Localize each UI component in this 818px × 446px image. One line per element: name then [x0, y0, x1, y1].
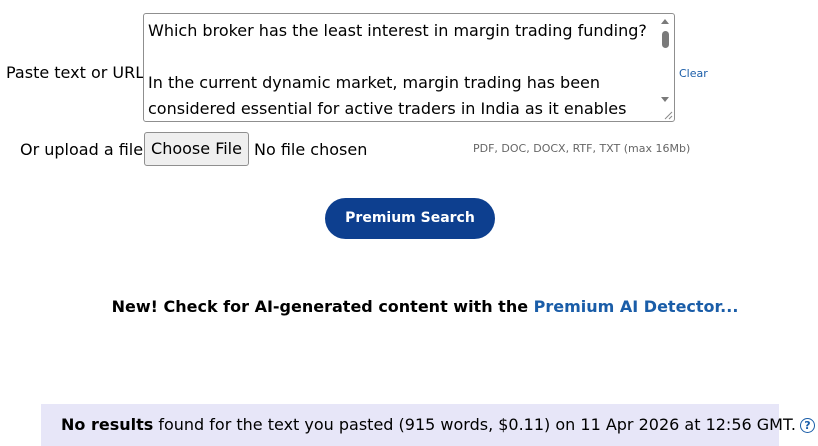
results-details: found for the text you pasted (915 words… — [153, 415, 796, 434]
paste-textarea[interactable]: Which broker has the least interest in m… — [143, 13, 675, 122]
upload-file-label: Or upload a file: — [20, 140, 149, 159]
premium-ai-detector-link[interactable]: Premium AI Detector... — [534, 297, 739, 316]
textarea-scrollbar[interactable] — [660, 16, 672, 120]
clear-link[interactable]: Clear — [679, 67, 708, 80]
paste-text-label: Paste text or URL: — [6, 63, 150, 82]
premium-search-button[interactable]: Premium Search — [325, 198, 495, 239]
results-message: No results found for the text you pasted… — [61, 415, 815, 434]
scroll-down-arrow-icon[interactable] — [661, 97, 669, 102]
help-icon[interactable]: ? — [799, 418, 815, 433]
file-types-hint: PDF, DOC, DOCX, RTF, TXT (max 16Mb) — [473, 142, 691, 155]
choose-file-button[interactable]: Choose File — [144, 132, 249, 166]
file-status-text: No file chosen — [254, 140, 368, 159]
resize-grip-icon[interactable] — [663, 110, 673, 120]
promo-text: New! Check for AI-generated content with… — [111, 297, 534, 316]
textarea-content[interactable]: Which broker has the least interest in m… — [148, 18, 660, 121]
results-banner: No results found for the text you pasted… — [41, 404, 815, 446]
scroll-thumb[interactable] — [662, 31, 669, 48]
no-results-label: No results — [61, 415, 154, 434]
scroll-up-arrow-icon[interactable] — [661, 19, 669, 24]
ai-detector-promo: New! Check for AI-generated content with… — [0, 297, 818, 316]
page: Paste text or URL: Which broker has the … — [0, 0, 818, 446]
